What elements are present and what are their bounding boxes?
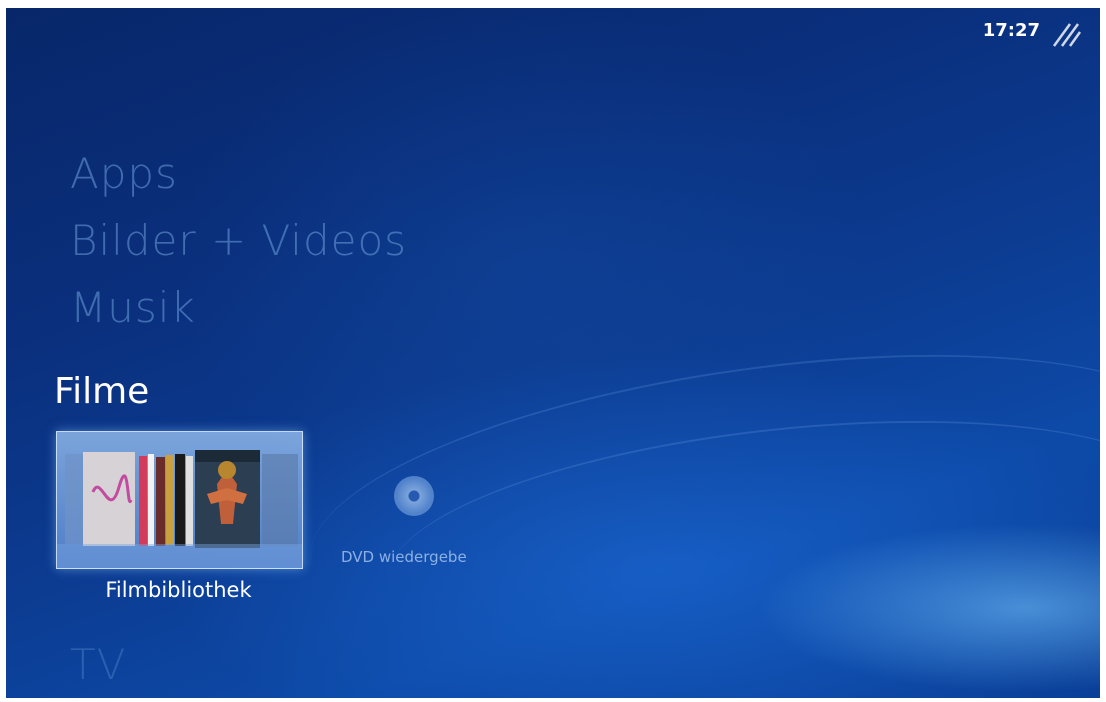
clock: 17:27 <box>982 20 1040 41</box>
menu-category-bilder-videos[interactable]: Bilder + Videos <box>70 220 407 262</box>
menu-category-musik[interactable]: Musik <box>70 287 196 329</box>
disc-icon <box>394 476 434 516</box>
menu-category-apps[interactable]: Apps <box>70 153 178 195</box>
movie-library-label: Filmbibliothek <box>105 578 252 602</box>
movie-library-icon <box>57 432 302 568</box>
resize-grip-icon <box>1052 23 1082 47</box>
menu-category-filme[interactable]: Filme <box>54 374 149 410</box>
media-center-screen: 17:27 Apps Bilder + Videos Musik Filme F… <box>6 8 1100 698</box>
movie-library-tile[interactable] <box>56 431 303 569</box>
menu-category-tv[interactable]: TV <box>70 644 126 686</box>
play-dvd-label: DVD wiedergebe <box>341 548 467 566</box>
play-dvd-tile[interactable]: DVD wiedergebe <box>324 466 499 576</box>
